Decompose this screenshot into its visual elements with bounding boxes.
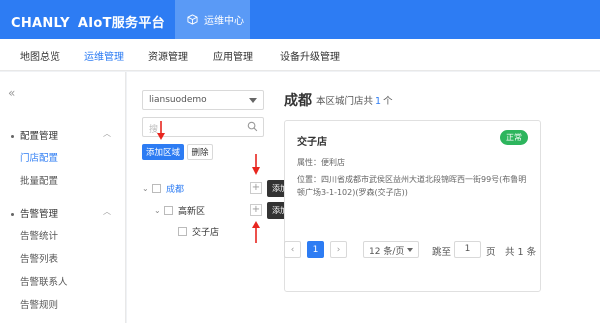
caret-down-icon bbox=[407, 248, 413, 252]
store-count-value: 1 bbox=[375, 96, 382, 107]
ops-center-tab[interactable]: 运维中心 bbox=[175, 0, 250, 39]
tree-node-label[interactable]: 交子店 bbox=[192, 225, 219, 238]
ops-center-label: 运维中心 bbox=[204, 16, 244, 27]
sidebar-group-config-label: 配置管理 bbox=[20, 131, 59, 142]
sidebar-item-store-config[interactable]: 门店配置 bbox=[20, 150, 58, 164]
delete-button[interactable]: 删除 bbox=[187, 144, 213, 160]
add-store-plus-button[interactable]: + bbox=[250, 204, 262, 216]
page-1-button[interactable]: 1 bbox=[307, 241, 324, 258]
caret-down-icon[interactable]: ⌄ bbox=[142, 184, 152, 193]
sidebar: « 配置管理 ︿ 门店配置 批量配置 告警管理 ︿ 告警统计 告警列表 告警联系… bbox=[0, 72, 126, 323]
tree-node-gaoxin[interactable]: ⌄ 高新区 bbox=[154, 204, 205, 217]
goto-label: 跳至 bbox=[432, 247, 452, 258]
nav-map-overview[interactable]: 地图总览 bbox=[20, 48, 60, 63]
region-store-count: 本区城门店共 1 个 bbox=[316, 93, 393, 107]
tree-node-jiaozi[interactable]: 交子店 bbox=[178, 225, 219, 238]
annotation-arrow-up-icon bbox=[252, 221, 260, 243]
total-count: 共 1 条 bbox=[505, 247, 537, 258]
sidebar-group-alarm-label: 告警管理 bbox=[20, 209, 59, 220]
brand-logo: CHANLY AIoT服务平台 bbox=[11, 12, 165, 31]
tree-node-chengdu[interactable]: ⌄ 成都 bbox=[142, 182, 184, 195]
status-badge: 正常 bbox=[500, 130, 528, 145]
brand-name: CHANLY bbox=[11, 16, 70, 31]
sidebar-item-alarm-rules[interactable]: 告警规则 bbox=[20, 297, 58, 311]
annotation-arrow-down-icon bbox=[252, 154, 260, 175]
sidebar-item-alarm-list[interactable]: 告警列表 bbox=[20, 251, 58, 265]
caret-down-icon[interactable]: ⌄ bbox=[154, 206, 164, 215]
add-region-button[interactable]: 添加区域 bbox=[142, 144, 184, 160]
sidebar-group-alarm[interactable]: 告警管理 ︿ bbox=[11, 206, 111, 220]
collapse-icon[interactable]: « bbox=[8, 86, 15, 100]
nav-resource-management[interactable]: 资源管理 bbox=[148, 48, 188, 63]
tree-node-label[interactable]: 成都 bbox=[166, 182, 184, 195]
region-title: 成都 bbox=[284, 93, 312, 109]
region-summary-prefix: 本区城门店共 bbox=[316, 96, 374, 107]
page-unit-label: 页 bbox=[486, 247, 496, 258]
tree-checkbox[interactable] bbox=[178, 227, 187, 236]
store-address: 位置：四川省成都市武侯区益州大道北段锦晖西一街99号(布鲁明顿广场3-1-102… bbox=[297, 175, 527, 197]
page-size-select[interactable]: 12 条/页 bbox=[363, 241, 419, 258]
next-page-button[interactable]: › bbox=[330, 241, 347, 258]
sidebar-item-alarm-stats[interactable]: 告警统计 bbox=[20, 228, 58, 242]
tenant-select[interactable]: liansuodemo bbox=[142, 90, 264, 110]
nav-device-upgrade[interactable]: 设备升级管理 bbox=[280, 48, 340, 63]
add-group-plus-button[interactable]: + bbox=[250, 182, 262, 194]
chevron-up-icon: ︿ bbox=[103, 207, 111, 216]
annotation-arrow-down-icon bbox=[157, 121, 165, 140]
sidebar-item-batch-config[interactable]: 批量配置 bbox=[20, 173, 58, 187]
search-icon[interactable] bbox=[247, 121, 258, 135]
tenant-select-value: liansuodemo bbox=[149, 95, 207, 105]
sidebar-item-alarm-contacts[interactable]: 告警联系人 bbox=[20, 274, 68, 288]
tree-checkbox[interactable] bbox=[152, 184, 161, 193]
top-bar: CHANLY AIoT服务平台 运维中心 bbox=[0, 0, 600, 39]
bullet-icon bbox=[11, 213, 14, 216]
caret-down-icon bbox=[249, 98, 257, 103]
sidebar-group-config[interactable]: 配置管理 ︿ bbox=[11, 128, 111, 142]
main-nav: 地图总览 运维管理 资源管理 应用管理 设备升级管理 bbox=[0, 39, 600, 71]
bullet-icon bbox=[11, 135, 14, 138]
cube-icon bbox=[186, 14, 198, 26]
prev-page-button[interactable]: ‹ bbox=[284, 241, 301, 258]
platform-name: AIoT服务平台 bbox=[77, 16, 165, 31]
tree-checkbox[interactable] bbox=[164, 206, 173, 215]
nav-ops-management[interactable]: 运维管理 bbox=[84, 48, 124, 63]
tree-node-label[interactable]: 高新区 bbox=[178, 204, 205, 217]
store-name: 交子店 bbox=[297, 137, 327, 148]
page-size-value: 12 条/页 bbox=[369, 247, 405, 257]
region-summary-suffix: 个 bbox=[383, 96, 393, 107]
store-card[interactable]: 交子店 正常 属性：便利店 位置：四川省成都市武侯区益州大道北段锦晖西一街99号… bbox=[284, 120, 541, 292]
main-content: liansuodemo 搜 添加区域 删除 ⌄ 成都 ⌄ 高新区 交子店 + 添… bbox=[127, 72, 600, 323]
chevron-up-icon: ︿ bbox=[103, 129, 111, 138]
goto-page-input[interactable]: 1 bbox=[454, 241, 481, 258]
store-attribute: 属性：便利店 bbox=[297, 158, 345, 167]
nav-app-management[interactable]: 应用管理 bbox=[213, 48, 253, 63]
